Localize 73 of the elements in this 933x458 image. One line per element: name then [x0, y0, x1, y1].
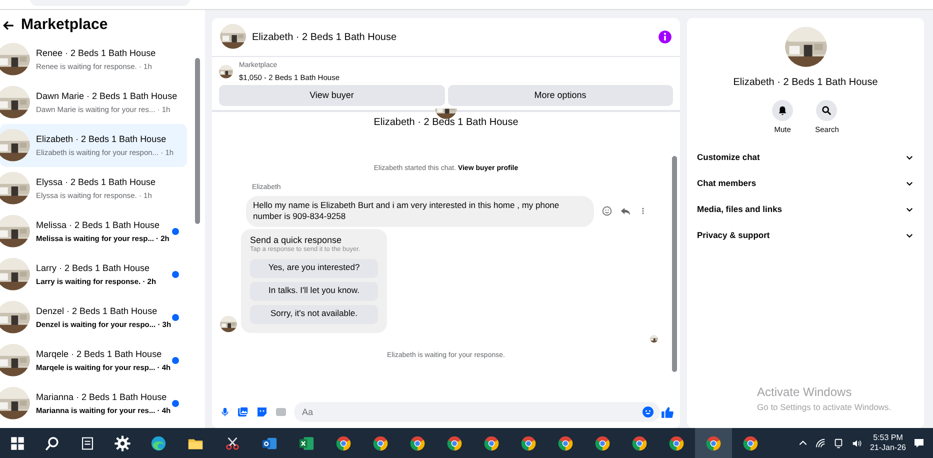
quick-reply-button[interactable]: Yes, are you interested? [250, 258, 378, 278]
contact-name: Elizabeth · 2 Beds 1 Bath House [36, 133, 168, 146]
section-label[interactable]: Customize chat [697, 150, 760, 164]
browser-icon [446, 434, 463, 452]
browser-icon [594, 434, 611, 452]
back-arrow-icon[interactable] [2, 18, 15, 32]
contact-name: Larry · 2 Beds 1 Bath House [36, 262, 151, 276]
chevron-up-icon[interactable] [798, 438, 808, 448]
more-options-button[interactable]: More options [448, 84, 673, 106]
section-label[interactable]: Media, files and links [697, 202, 782, 216]
browser-icon [668, 434, 685, 452]
clock-date[interactable]: 21-Jan-26 [870, 443, 906, 454]
contact-name: Denzel · 2 Beds 1 Bath House [36, 305, 158, 318]
browser-icon [483, 434, 500, 452]
browser-icon [705, 434, 722, 452]
microphone-icon[interactable] [220, 406, 230, 418]
message-field[interactable]: Aa [294, 402, 660, 422]
notification-icon[interactable] [913, 437, 925, 449]
task-view-icon [79, 434, 96, 452]
search-button[interactable] [816, 100, 838, 121]
smiley-icon[interactable] [602, 206, 612, 216]
unread-dot [172, 228, 179, 235]
mute-button[interactable] [772, 100, 794, 121]
view-buyer-button[interactable]: View buyer [219, 84, 444, 106]
section-label[interactable]: Privacy & support [697, 228, 770, 242]
quick-reply-button[interactable]: Sorry, it's not available. [250, 304, 378, 324]
chat-title: Elizabeth · 2 Beds 1 Bath House [733, 76, 878, 90]
windows-logo-icon [9, 434, 26, 452]
edge-icon [150, 434, 167, 452]
meeting-icon[interactable] [832, 438, 844, 448]
speaker-icon[interactable] [850, 438, 863, 448]
quick-reply-button[interactable]: In talks. I'll let you know. [250, 282, 378, 301]
sticker-icon[interactable] [256, 406, 268, 418]
photo-icon[interactable] [237, 406, 249, 418]
gear-icon [114, 434, 131, 452]
unread-dot [172, 400, 179, 407]
unread-dot [172, 314, 179, 321]
bell-icon [777, 105, 788, 116]
unread-dot [172, 271, 179, 278]
scrollbar[interactable] [195, 58, 200, 224]
spreadsheet-app-icon [298, 434, 315, 452]
contact-name: Elyssa · 2 Beds 1 Bath House [36, 176, 156, 190]
contact-name: Marqele · 2 Beds 1 Bath House [36, 348, 163, 362]
scrollbar[interactable] [672, 156, 677, 372]
browser-icon [631, 434, 648, 452]
unread-dot [172, 357, 179, 364]
page-title: Marketplace [21, 16, 108, 34]
browser-icon [557, 434, 574, 452]
browser-icon [372, 434, 389, 452]
contact-name: Renee · 2 Beds 1 Bath House [36, 47, 156, 60]
section-label[interactable]: Chat members [697, 176, 756, 190]
search-icon [821, 105, 832, 116]
reply-icon[interactable] [620, 206, 631, 217]
contact-name: Melissa · 2 Beds 1 Bath House [36, 219, 161, 232]
message-bubble: Hello my name is Elizabeth Burt and i am very interested in this home , my phone number is 909-834-9258 [246, 196, 594, 227]
search-icon [44, 434, 61, 452]
wifi-icon[interactable] [814, 438, 826, 448]
browser-icon [742, 434, 759, 452]
browser-icon [409, 434, 426, 452]
watermark-title: Activate Windows [757, 384, 853, 402]
browser-icon [335, 434, 352, 452]
info-icon[interactable] [658, 30, 672, 44]
contact-name: Marianna · 2 Beds 1 Bath House [36, 391, 168, 404]
browser-icon [520, 434, 537, 452]
clock-time[interactable]: 5:53 PM [870, 432, 906, 443]
scissors-icon [224, 434, 241, 452]
watermark-subtitle: Go to Settings to activate Windows. [757, 401, 892, 414]
thread-title: Elizabeth · 2 Beds 1 Bath House [372, 116, 520, 130]
emoji-icon[interactable] [642, 406, 654, 418]
like-icon[interactable] [661, 406, 674, 418]
contact-name: Dawn Marie · 2 Beds 1 Bath House [36, 90, 178, 104]
chat-title: Elizabeth · 2 Beds 1 Bath House [252, 30, 397, 44]
quick-response-title: Send a quick response [250, 234, 343, 246]
